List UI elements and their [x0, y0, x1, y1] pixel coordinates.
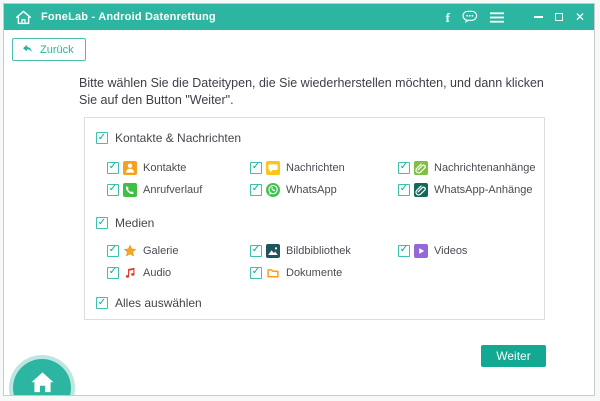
item-dokumente: Dokumente	[250, 265, 398, 280]
item-label: Anrufverlauf	[143, 183, 203, 196]
close-button[interactable]: ✕	[575, 11, 585, 23]
checkbox-anrufverlauf[interactable]	[107, 183, 119, 196]
whatsapp-icon	[266, 182, 280, 197]
checkbox-whatsapp[interactable]	[250, 183, 262, 196]
minimize-button[interactable]	[533, 16, 543, 18]
back-button-label: Zurück	[40, 43, 74, 56]
file-type-panel: Kontakte & Nachrichten Kontakte	[84, 117, 545, 320]
item-whatsapp: WhatsApp	[250, 182, 398, 197]
checkbox-audio[interactable]	[107, 266, 119, 279]
section-label: Medien	[115, 216, 155, 230]
maximize-button[interactable]	[554, 13, 563, 21]
item-label: Nachrichten	[286, 161, 345, 174]
section-header-medien: Medien	[96, 216, 544, 230]
window-title: FoneLab - Android Datenrettung	[41, 11, 216, 23]
contacts-icon	[123, 160, 137, 175]
checkbox-bildbibliothek[interactable]	[250, 244, 262, 257]
section-checkbox-kontakte-nachrichten[interactable]	[96, 132, 108, 144]
home-button[interactable]	[13, 359, 71, 395]
facebook-icon[interactable]: f	[446, 11, 450, 24]
section-label: Kontakte & Nachrichten	[115, 131, 242, 145]
gallery-star-icon	[123, 244, 137, 258]
checkbox-whatsapp-anhaenge[interactable]	[398, 183, 410, 196]
checkbox-kontakte[interactable]	[107, 161, 119, 174]
checkbox-videos[interactable]	[398, 244, 410, 257]
home-icon	[30, 372, 54, 393]
checkbox-nachrichtenanhaenge[interactable]	[398, 161, 410, 174]
item-label: WhatsApp	[286, 183, 337, 196]
checkbox-nachrichten[interactable]	[250, 161, 262, 174]
titlebar: FoneLab - Android Datenrettung f ✕	[4, 4, 594, 30]
item-label: WhatsApp-Anhänge	[434, 183, 533, 196]
feedback-icon[interactable]	[462, 10, 478, 24]
section-header-kontakte-nachrichten: Kontakte & Nachrichten	[96, 131, 544, 145]
select-all-checkbox[interactable]	[96, 297, 108, 309]
item-label: Bildbibliothek	[286, 244, 351, 257]
documents-folder-icon	[266, 266, 280, 280]
call-log-icon	[123, 182, 137, 197]
select-all-row: Alles auswählen	[96, 296, 544, 310]
item-label: Galerie	[143, 244, 179, 257]
section-items-kontakte-nachrichten: Kontakte Nachrichten	[107, 160, 544, 197]
section-checkbox-medien[interactable]	[96, 217, 108, 229]
section-items-medien: Galerie Bildbibliothek	[107, 243, 544, 280]
home-logo-icon	[14, 8, 33, 27]
item-label: Dokumente	[286, 266, 343, 279]
whatsapp-attachments-icon	[414, 182, 428, 197]
item-label: Kontakte	[143, 161, 187, 174]
next-button[interactable]: Weiter	[481, 345, 546, 367]
checkbox-dokumente[interactable]	[250, 266, 262, 279]
select-all-label: Alles auswählen	[115, 296, 202, 310]
back-arrow-icon	[21, 42, 34, 58]
item-label: Audio	[143, 266, 172, 279]
messages-icon	[266, 160, 280, 175]
item-bildbibliothek: Bildbibliothek	[250, 243, 398, 258]
videos-icon	[414, 243, 428, 258]
audio-note-icon	[123, 266, 137, 280]
item-whatsapp-anhaenge: WhatsApp-Anhänge	[398, 182, 544, 197]
item-nachrichtenanhaenge: Nachrichtenanhänge	[398, 160, 544, 175]
menu-icon[interactable]	[489, 11, 504, 23]
message-attachments-icon	[414, 160, 428, 175]
item-audio: Audio	[107, 265, 250, 280]
checkbox-galerie[interactable]	[107, 244, 119, 257]
item-galerie: Galerie	[107, 243, 250, 258]
item-videos: Videos	[398, 243, 544, 258]
instruction-text: Bitte wählen Sie die Dateitypen, die Sie…	[79, 76, 544, 107]
item-label: Nachrichtenanhänge	[434, 161, 536, 174]
item-nachrichten: Nachrichten	[250, 160, 398, 175]
item-label: Videos	[434, 244, 468, 257]
item-kontakte: Kontakte	[107, 160, 250, 175]
app-window: FoneLab - Android Datenrettung f ✕ Zurüc…	[3, 3, 595, 396]
item-anrufverlauf: Anrufverlauf	[107, 182, 250, 197]
back-button[interactable]: Zurück	[12, 38, 86, 61]
photo-library-icon	[266, 243, 280, 258]
